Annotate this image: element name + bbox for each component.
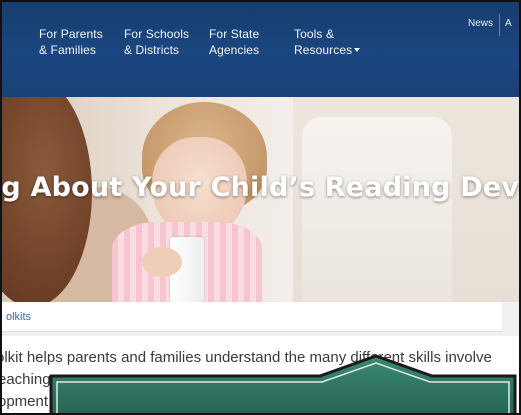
top-navigation-bar: For Parents & Families For Schools & Dis…	[2, 2, 519, 97]
browser-viewport: For Parents & Families For Schools & Dis…	[0, 0, 521, 415]
page-title: ng About Your Child’s Reading Develo	[2, 172, 520, 203]
nav-divider	[499, 14, 500, 36]
nav-label-line2-with-caret: Resources	[294, 42, 361, 58]
nav-label-line1: Tools &	[294, 27, 335, 41]
breadcrumb-bar: olkits	[2, 302, 519, 336]
breadcrumb-link-toolkits[interactable]: olkits	[6, 311, 31, 323]
nav-label-line2: & Districts	[124, 43, 180, 57]
nav-label-line2: Resources	[294, 43, 353, 57]
nav-item-state-agencies[interactable]: For State Agencies	[209, 26, 259, 58]
nav-link-news[interactable]: News	[468, 18, 493, 29]
nav-item-schools-districts[interactable]: For Schools & Districts	[124, 26, 189, 58]
nav-item-parents-families[interactable]: For Parents & Families	[39, 26, 103, 58]
callout-inner-border	[56, 362, 510, 413]
nav-label-line1: For State	[209, 27, 260, 41]
intro-paragraph-line: olkit helps parents and families underst…	[0, 349, 492, 366]
hero-photo-hand	[142, 247, 182, 277]
nav-label-line2: & Families	[39, 43, 97, 57]
nav-label-line1: For Schools	[124, 27, 190, 41]
breadcrumb: olkits	[2, 302, 502, 332]
hero-photo-sofa	[302, 117, 452, 302]
nav-link-partial[interactable]: A	[505, 18, 512, 29]
nav-label-line2: Agencies	[209, 43, 260, 57]
dropdown-caret-icon	[354, 48, 361, 52]
intro-paragraph-line: eaching	[0, 371, 51, 388]
nav-item-tools-resources[interactable]: Tools & Resources	[294, 26, 361, 58]
hero-banner: ng About Your Child’s Reading Develo	[2, 97, 520, 302]
nav-label-line1: For Parents	[39, 27, 103, 41]
intro-paragraph-line: opment	[0, 393, 49, 410]
